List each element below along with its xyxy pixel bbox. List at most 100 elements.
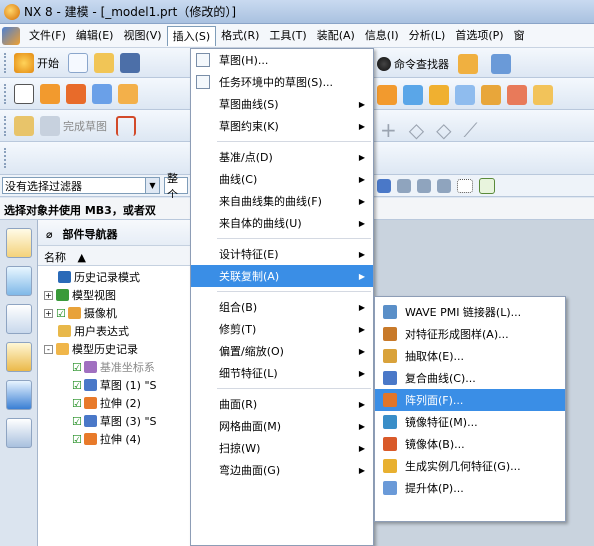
hole-icon[interactable] xyxy=(92,83,112,104)
toolbar-grip[interactable] xyxy=(4,115,7,136)
finish-sketch-icon[interactable] xyxy=(40,115,60,136)
toolbar-grip[interactable] xyxy=(4,148,7,168)
snap-point-icon[interactable] xyxy=(377,179,391,193)
insert-menu-item[interactable]: 网格曲面(M) ▶ xyxy=(191,415,373,437)
draft-icon[interactable] xyxy=(507,85,527,105)
submenu-item[interactable]: 复合曲线(C)... xyxy=(375,367,565,389)
tree-node[interactable]: - 模型历史记录 xyxy=(38,340,197,358)
assembly-navigator-icon[interactable] xyxy=(6,228,32,258)
insert-menu-item[interactable]: 偏置/缩放(O) ▶ xyxy=(191,340,373,362)
toolbar-grip[interactable] xyxy=(4,83,7,104)
insert-menu-item[interactable]: 基准/点(D) ▶ xyxy=(191,146,373,168)
insert-menu-item[interactable]: 修剪(T) ▶ xyxy=(191,318,373,340)
constraint-navigator-icon[interactable] xyxy=(6,266,32,296)
insert-menu-item[interactable]: 草图(H)... xyxy=(191,49,373,71)
tree-node[interactable]: ☑ 拉伸 (2) xyxy=(38,394,197,412)
open-folder-icon[interactable] xyxy=(94,52,114,73)
layer-icon[interactable] xyxy=(491,54,511,74)
visibility-checkbox[interactable]: ☑ xyxy=(72,397,82,410)
selection-icon[interactable] xyxy=(458,54,478,74)
menu-0[interactable]: 文件(F) xyxy=(24,26,71,46)
insert-menu-item[interactable]: 草图约束(K) ▶ xyxy=(191,115,373,137)
menu-3[interactable]: 插入(S) xyxy=(166,25,217,46)
tree-node[interactable]: 历史记录模式 xyxy=(38,268,197,286)
sweep-icon[interactable] xyxy=(455,85,475,105)
command-finder-icon[interactable] xyxy=(377,57,391,71)
submenu-item[interactable]: 抽取体(E)... xyxy=(375,345,565,367)
menu-10[interactable]: 窗 xyxy=(509,26,530,46)
toolbar-grip[interactable] xyxy=(4,52,7,73)
menu-8[interactable]: 分析(L) xyxy=(404,26,451,46)
new-file-icon[interactable] xyxy=(68,52,88,73)
boss-icon[interactable] xyxy=(118,83,138,104)
insert-menu-item[interactable]: 草图曲线(S) ▶ xyxy=(191,93,373,115)
insert-menu-item[interactable]: 设计特征(E) ▶ xyxy=(191,243,373,265)
extrude-icon[interactable] xyxy=(40,83,60,104)
select-box-icon[interactable] xyxy=(457,179,473,193)
insert-menu-item[interactable]: 来自体的曲线(U) ▶ xyxy=(191,212,373,234)
menu-5[interactable]: 工具(T) xyxy=(264,26,311,46)
tree-node[interactable]: ☑ 拉伸 (4) xyxy=(38,430,197,448)
tree-node[interactable]: + ☑ 摄像机 xyxy=(38,304,197,322)
submenu-item[interactable]: 镜像体(B)... xyxy=(375,433,565,455)
curve-rule-icon[interactable] xyxy=(397,179,411,193)
collapse-icon[interactable]: - xyxy=(44,344,53,354)
edge-blend-icon[interactable] xyxy=(429,85,449,105)
expand-icon[interactable]: + xyxy=(44,308,53,318)
nx-app-icon[interactable] xyxy=(2,26,20,45)
tree-node[interactable]: ☑ 基准坐标系 xyxy=(38,358,197,376)
face-rule-icon[interactable] xyxy=(417,179,431,193)
type-filter-dropdown[interactable]: 没有选择过滤器 ▼ xyxy=(2,177,160,194)
trim-icon[interactable]: ⟋ xyxy=(464,118,478,142)
intent-icon[interactable] xyxy=(437,179,451,193)
visibility-checkbox[interactable]: ☑ xyxy=(72,415,82,428)
point-icon[interactable]: + xyxy=(380,118,397,142)
tree-node[interactable]: ☑ 草图 (3) "S xyxy=(38,412,197,430)
menu-1[interactable]: 编辑(E) xyxy=(71,26,119,46)
chevron-down-icon[interactable]: ▼ xyxy=(145,178,159,193)
finish-sketch-button[interactable]: 完成草图 xyxy=(63,118,107,134)
visibility-checkbox[interactable]: ☑ xyxy=(56,307,66,320)
submenu-item[interactable]: 镜像特征(M)... xyxy=(375,411,565,433)
sketch-box-icon[interactable] xyxy=(14,83,34,104)
insert-menu-item[interactable]: 任务环境中的草图(S)... xyxy=(191,71,373,93)
insert-menu-item[interactable]: 组合(B) ▶ xyxy=(191,296,373,318)
start-icon[interactable] xyxy=(14,52,34,73)
offset-curve-icon[interactable]: ◇ xyxy=(409,118,424,142)
revolve-icon[interactable] xyxy=(66,83,86,104)
save-icon[interactable] xyxy=(120,52,140,73)
part-navigator-icon[interactable] xyxy=(6,304,32,334)
menu-6[interactable]: 装配(A) xyxy=(312,26,360,46)
menu-7[interactable]: 信息(I) xyxy=(360,26,404,46)
scope-dropdown[interactable]: 整个 xyxy=(164,172,188,201)
visibility-checkbox[interactable]: ☑ xyxy=(72,379,82,392)
submenu-item[interactable]: 生成实例几何特征(G)... xyxy=(375,455,565,477)
menu-2[interactable]: 视图(V) xyxy=(118,26,166,46)
more-feature-icon[interactable] xyxy=(533,85,553,105)
insert-menu-item[interactable]: 关联复制(A) ▶ xyxy=(191,265,373,287)
reuse-library-icon[interactable] xyxy=(6,342,32,372)
tree-node[interactable]: 用户表达式 xyxy=(38,322,197,340)
start-button[interactable]: 开始 xyxy=(37,55,59,71)
submenu-item[interactable]: 对特征形成图样(A)... xyxy=(375,323,565,345)
menu-9[interactable]: 首选项(P) xyxy=(450,26,508,46)
mirror-curve-icon[interactable]: ◇ xyxy=(436,118,451,142)
sketch-icon[interactable] xyxy=(14,115,34,136)
expand-icon[interactable]: + xyxy=(44,290,53,300)
insert-menu-item[interactable]: 扫掠(W) ▶ xyxy=(191,437,373,459)
select-all-icon[interactable] xyxy=(479,178,495,194)
visibility-checkbox[interactable]: ☑ xyxy=(72,361,82,374)
chamfer-icon[interactable] xyxy=(377,85,397,105)
pin-icon[interactable]: ⌀ xyxy=(46,228,53,241)
profile-icon[interactable] xyxy=(116,115,136,136)
insert-menu-item[interactable]: 曲面(R) ▶ xyxy=(191,393,373,415)
submenu-item[interactable]: 阵列面(F)... xyxy=(375,389,565,411)
pattern-icon[interactable] xyxy=(481,85,501,105)
insert-menu-item[interactable]: 来自曲线集的曲线(F) ▶ xyxy=(191,190,373,212)
submenu-item[interactable]: WAVE PMI 链接器(L)... xyxy=(375,301,565,323)
column-header[interactable]: 名称 ▲ xyxy=(38,246,197,266)
visibility-checkbox[interactable]: ☑ xyxy=(72,433,82,446)
insert-menu-item[interactable]: 曲线(C) ▶ xyxy=(191,168,373,190)
tree-node[interactable]: + 模型视图 xyxy=(38,286,197,304)
menu-4[interactable]: 格式(R) xyxy=(216,26,264,46)
